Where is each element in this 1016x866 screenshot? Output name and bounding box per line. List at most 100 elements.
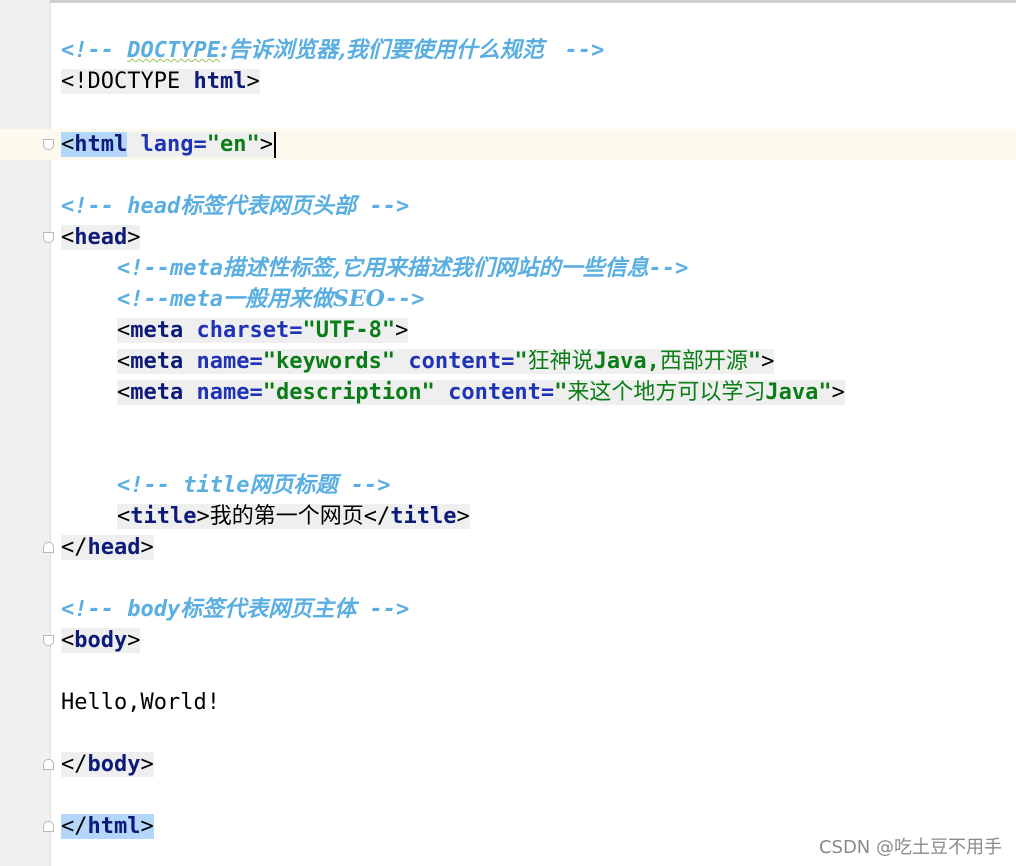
comment-text: 一般用来做: [222, 286, 333, 312]
content-quote-close: ": [818, 380, 832, 405]
comment-text: 描述性标签,它用来描述我们网站的一些信息: [222, 255, 649, 281]
name-eq: =: [249, 349, 263, 374]
title-close-lt: </: [363, 504, 391, 529]
content-value-cjk: 来这个地方可以学习: [567, 380, 766, 405]
html-open-gt: >: [259, 132, 273, 157]
body-open-lt: <: [61, 628, 75, 653]
comment-open: <!--: [117, 287, 170, 312]
fold-body-end-icon[interactable]: [43, 759, 54, 770]
comment-tag-word: meta: [169, 287, 223, 312]
comment-tag-word: title: [183, 473, 250, 498]
lang-value: "en": [206, 132, 260, 157]
code-line-head-open[interactable]: <head>: [61, 222, 141, 253]
head-open-lt: <: [61, 225, 75, 250]
csdn-watermark: CSDN @吃土豆不用手: [818, 837, 1002, 858]
head-close-lt: </: [61, 535, 88, 560]
fold-head-end-icon[interactable]: [43, 542, 54, 553]
editor-top-border: [50, 0, 1016, 3]
name-value: "keywords": [262, 349, 396, 374]
fold-html-end-icon[interactable]: [43, 821, 54, 832]
content-value-latin: Java,: [593, 349, 660, 374]
code-line-head-comment[interactable]: <!-- head标签代表网页头部 -->: [61, 191, 409, 222]
fold-body-icon[interactable]: [43, 635, 54, 646]
meta-gt: >: [831, 380, 845, 405]
content-value-cjk: 狂神说: [527, 349, 594, 374]
meta-lt: <: [117, 318, 131, 343]
doctype-html-keyword: html: [193, 69, 247, 94]
content-quote-open: ": [554, 380, 568, 405]
code-line-hello[interactable]: Hello,World!: [61, 687, 220, 718]
code-line-html-open[interactable]: <html lang="en">: [61, 129, 276, 160]
name-value: "description": [262, 380, 435, 405]
content-quote-close: ": [747, 349, 762, 374]
comment-tag-word: meta: [169, 256, 223, 281]
code-line-body-open[interactable]: <body>: [61, 625, 141, 656]
doctype-keyword: DOCTYPE: [127, 38, 220, 63]
code-line-meta-charset[interactable]: <meta charset="UTF-8">: [117, 315, 409, 346]
meta-gt: >: [761, 349, 775, 374]
code-line-body-comment[interactable]: <!-- body标签代表网页主体 -->: [61, 594, 409, 625]
content-quote-open: ": [514, 349, 528, 374]
code-line-meta-comment-2[interactable]: <!--meta一般用来做SEO-->: [117, 284, 425, 315]
comment-close: -->: [551, 38, 605, 63]
html-close-lt: </: [61, 814, 88, 839]
head-close-tag: head: [87, 535, 141, 560]
content-value-latin: Java: [765, 380, 819, 405]
comment-close: -->: [648, 256, 689, 281]
comment-close: -->: [356, 597, 410, 622]
meta-gt: >: [395, 318, 409, 343]
lang-eq: =: [193, 132, 207, 157]
lang-attr: lang: [140, 132, 194, 157]
name-eq: =: [249, 380, 263, 405]
name-attr: name: [196, 380, 250, 405]
title-open-lt: <: [117, 504, 131, 529]
doctype-suffix: >: [246, 69, 260, 94]
code-line-title-comment[interactable]: <!-- title网页标题 -->: [117, 470, 390, 501]
head-open-gt: >: [127, 225, 141, 250]
comment-text: 网页标题: [249, 472, 338, 498]
html-open-tag: html: [74, 132, 128, 157]
meta-lt: <: [117, 349, 131, 374]
code-line-doctype-comment[interactable]: <!-- DOCTYPE:告诉浏览器,我们要使用什么规范 -->: [61, 35, 604, 66]
comment-open: <!--: [117, 256, 170, 281]
head-open-tag: head: [74, 225, 128, 250]
doctype-prefix: <!DOCTYPE: [61, 69, 194, 94]
content-eq: =: [501, 349, 515, 374]
content-eq: =: [540, 380, 555, 405]
html-close-gt: >: [140, 814, 154, 839]
comment-close: -->: [337, 473, 391, 498]
text-caret: [273, 132, 276, 158]
comment-text: 标签代表网页头部: [180, 193, 357, 219]
body-close-lt: </: [61, 752, 88, 777]
meta-tag: meta: [130, 318, 184, 343]
title-open-gt: >: [196, 504, 210, 529]
body-open-gt: >: [127, 628, 141, 653]
comment-tag-word: body: [127, 597, 181, 622]
content-value-cjk-2: 西部开源: [659, 349, 748, 374]
fold-head-icon[interactable]: [43, 232, 54, 243]
comment-open: <!--: [61, 194, 128, 219]
comment-seo: SEO: [332, 286, 385, 312]
code-editor[interactable]: <!-- DOCTYPE:告诉浏览器,我们要使用什么规范 --> <!DOCTY…: [0, 0, 1016, 866]
head-close-gt: >: [140, 535, 154, 560]
fold-html-icon[interactable]: [43, 139, 54, 150]
hello-text: Hello,World!: [61, 690, 220, 715]
code-line-meta-description[interactable]: <meta name="description" content="来这个地方可…: [117, 377, 845, 408]
body-close-tag: body: [87, 752, 141, 777]
html-close-tag: html: [87, 814, 141, 839]
code-line-doctype[interactable]: <!DOCTYPE html>: [61, 66, 260, 97]
code-line-title[interactable]: <title>我的第一个网页</title>: [117, 501, 470, 532]
code-line-body-close[interactable]: </body>: [61, 749, 154, 780]
comment-text: :告诉浏览器,我们要使用什么规范: [219, 37, 552, 63]
code-line-meta-keywords[interactable]: <meta name="keywords" content="狂神说Java,西…: [117, 346, 775, 377]
title-text: 我的第一个网页: [209, 504, 364, 529]
code-line-head-close[interactable]: </head>: [61, 532, 154, 563]
title-close-gt: >: [456, 504, 470, 529]
code-line-html-close[interactable]: </html>: [61, 811, 154, 842]
comment-open: <!--: [117, 473, 184, 498]
title-open-tag: title: [130, 504, 197, 529]
comment-text: 标签代表网页主体: [180, 596, 357, 622]
charset-value: "UTF-8": [302, 318, 396, 343]
code-line-meta-comment-1[interactable]: <!--meta描述性标签,它用来描述我们网站的一些信息-->: [117, 253, 688, 284]
body-close-gt: >: [140, 752, 154, 777]
